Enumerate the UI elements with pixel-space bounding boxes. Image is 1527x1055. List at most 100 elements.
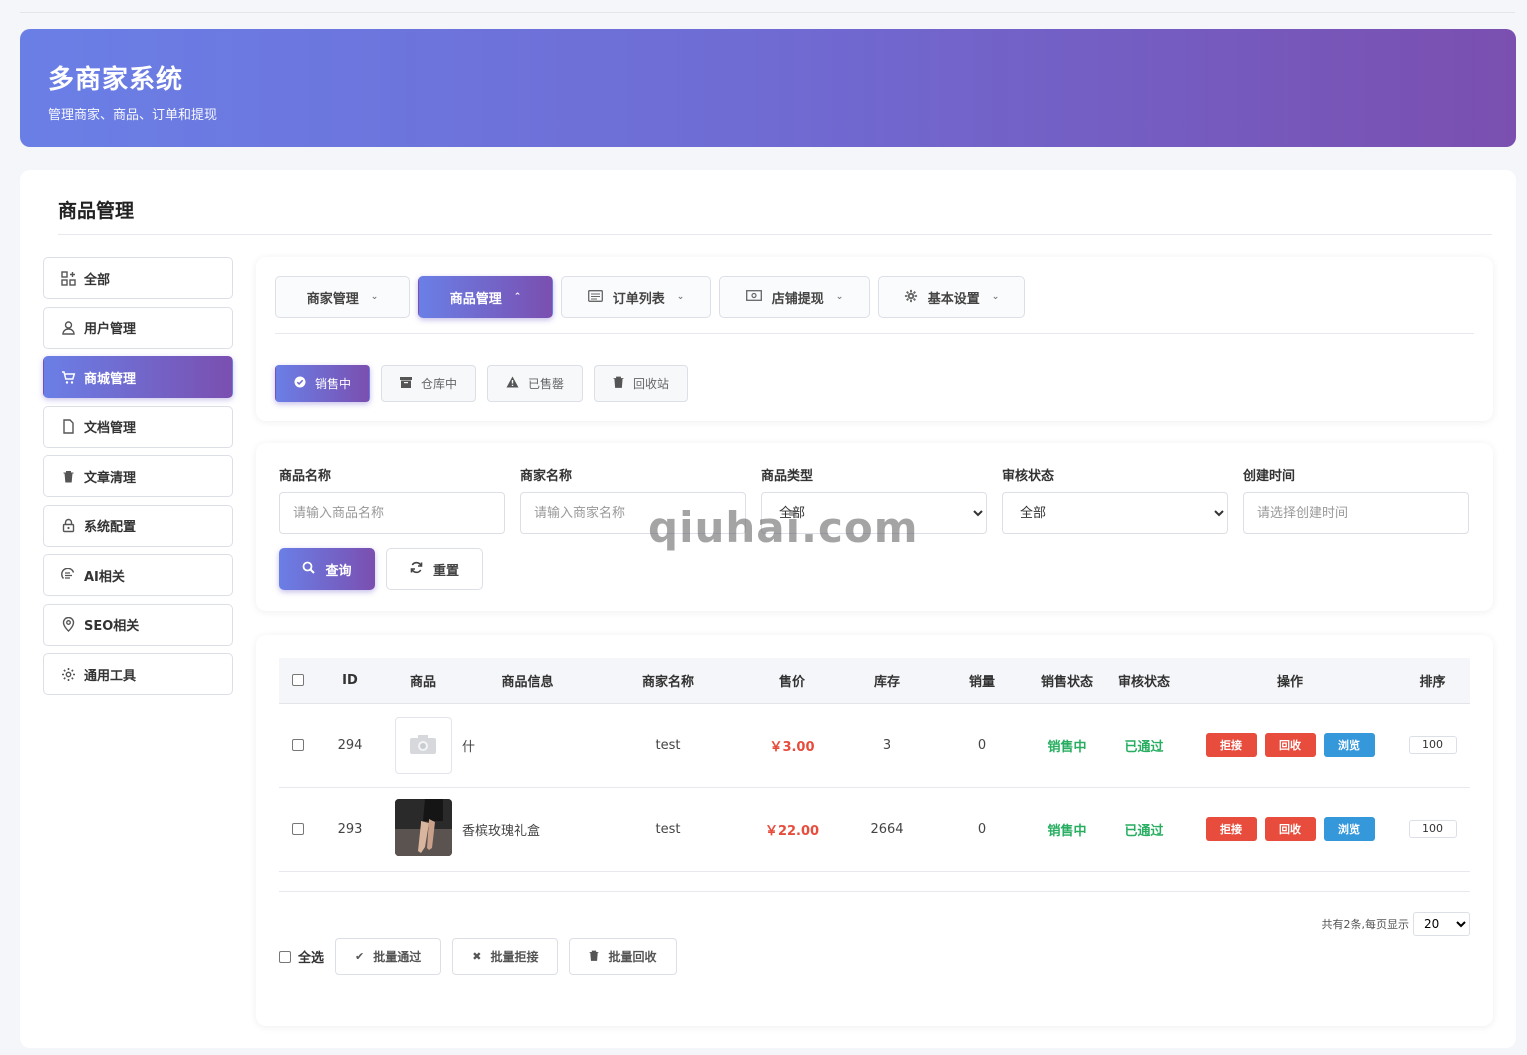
- row-actions: 拒接 回收 浏览: [1185, 703, 1395, 788]
- row-info: 香槟玫瑰礼盒: [462, 787, 593, 872]
- bulk-approve-button[interactable]: ✔ 批量通过: [335, 938, 442, 975]
- subtab-label: 仓库中: [421, 377, 458, 391]
- app-header: 多商家系统 管理商家、商品、订单和提现: [20, 29, 1516, 147]
- subtab-on-sale[interactable]: 销售中: [275, 365, 371, 402]
- archive-icon: [400, 376, 413, 391]
- row-sales: 0: [933, 787, 1031, 872]
- tab-label: 订单列表: [612, 291, 665, 307]
- sidebar-item-seo[interactable]: SEO相关: [43, 603, 233, 646]
- top-divider: [20, 12, 1515, 13]
- tab-label: 商品管理: [449, 291, 502, 307]
- subtab-recycle-bin[interactable]: 回收站: [594, 365, 689, 402]
- chevron-up-icon: ⌃: [513, 292, 522, 302]
- sort-input[interactable]: 100: [1408, 820, 1457, 838]
- sidebar-item-system[interactable]: 系统配置: [43, 504, 233, 547]
- filter-label: 创建时间: [1243, 469, 1296, 484]
- column-header: 销售状态: [1031, 658, 1103, 704]
- sidebar-item-docs[interactable]: 文档管理: [43, 405, 233, 448]
- gear-icon: [904, 289, 918, 306]
- sidebar-item-all[interactable]: 全部: [43, 257, 233, 299]
- recycle-button[interactable]: 回收: [1264, 733, 1316, 757]
- sidebar-item-tools[interactable]: 通用工具: [43, 653, 233, 695]
- app-subtitle: 管理商家、商品、订单和提现: [48, 108, 218, 123]
- bulk-reject-button[interactable]: ✖ 批量拒接: [452, 938, 559, 975]
- sidebar-item-ai[interactable]: AI相关: [43, 554, 233, 596]
- row-merchant: test: [593, 787, 743, 872]
- subtab-sold-out[interactable]: 已售罄: [487, 365, 584, 402]
- check-icon: ✔: [355, 950, 365, 963]
- view-button[interactable]: 浏览: [1323, 733, 1375, 757]
- select-all-header-checkbox[interactable]: [291, 674, 304, 687]
- row-info: 什: [462, 703, 593, 788]
- refresh-icon: [410, 561, 423, 578]
- row-checkbox[interactable]: [291, 739, 304, 751]
- row-checkbox[interactable]: [291, 823, 304, 835]
- chevron-down-icon: ⌄: [991, 292, 1000, 302]
- row-id: 293: [316, 787, 384, 872]
- reject-button[interactable]: 拒接: [1205, 817, 1257, 841]
- row-image-cell: [384, 787, 462, 872]
- merchant-name-input[interactable]: [520, 492, 746, 534]
- tabs-panel: 商家管理 ⌄ 商品管理 ⌃ 订单列表 ⌄ 店铺提现 ⌄ 基本设置 ⌄ 销售中 仓…: [256, 257, 1493, 421]
- row-price: ￥3.00: [743, 703, 841, 788]
- row-actions: 拒接 回收 浏览: [1185, 787, 1395, 872]
- tab-settings[interactable]: 基本设置 ⌄: [878, 276, 1025, 318]
- product-image: [394, 798, 452, 856]
- created-time-input[interactable]: [1243, 492, 1469, 534]
- product-name-input[interactable]: [279, 492, 505, 534]
- bulk-recycle-button[interactable]: 批量回收: [569, 938, 677, 975]
- subtab-label: 已售罄: [528, 377, 565, 391]
- row-stock: 3: [841, 703, 933, 788]
- trash-icon: [613, 376, 624, 391]
- recycle-button[interactable]: 回收: [1264, 817, 1316, 841]
- app-title: 多商家系统: [48, 65, 184, 95]
- subtab-warehouse[interactable]: 仓库中: [381, 365, 477, 402]
- filter-label: 商家名称: [520, 469, 573, 484]
- query-button[interactable]: 查询: [279, 548, 375, 590]
- page-size-select[interactable]: 20: [1413, 912, 1470, 936]
- column-header: 排序: [1395, 658, 1470, 704]
- tab-withdraw[interactable]: 店铺提现 ⌄: [719, 276, 870, 318]
- product-type-select[interactable]: 全部: [761, 492, 987, 534]
- column-header: 售价: [743, 658, 841, 704]
- ai-icon: [60, 567, 76, 583]
- filter-label: 审核状态: [1002, 469, 1055, 484]
- status-subtabs: 销售中 仓库中 已售罄 回收站: [275, 365, 689, 402]
- filter-merchant-name: 商家名称: [520, 465, 746, 534]
- reject-button[interactable]: 拒接: [1205, 733, 1257, 757]
- chevron-down-icon: ⌄: [370, 292, 379, 302]
- tab-merchants[interactable]: 商家管理 ⌄: [275, 276, 410, 318]
- lock-icon: [60, 518, 76, 534]
- close-icon: ✖: [472, 950, 482, 963]
- select-all-checkbox[interactable]: [279, 950, 291, 963]
- audit-status-select[interactable]: 全部: [1002, 492, 1228, 534]
- reset-label: 重置: [432, 563, 459, 579]
- row-sales: 0: [933, 703, 1031, 788]
- sidebar: 全部 用户管理 商城管理 文档管理 文章清理 系统配置 AI相关 SEO相关 通…: [43, 257, 233, 703]
- row-sort-cell: 100: [1395, 787, 1470, 872]
- row-checkbox-cell: [279, 703, 316, 788]
- select-all-label: 全选: [298, 951, 325, 966]
- row-checkbox-cell: [279, 787, 316, 872]
- sidebar-item-label: 通用工具: [84, 668, 137, 684]
- subtab-label: 销售中: [315, 377, 352, 391]
- tab-products[interactable]: 商品管理 ⌃: [418, 276, 553, 318]
- tab-label: 基本设置: [927, 291, 980, 307]
- filter-label: 商品类型: [761, 469, 814, 484]
- tab-label: 商家管理: [306, 291, 359, 307]
- select-all[interactable]: 全选: [279, 947, 324, 966]
- sidebar-item-label: SEO相关: [84, 619, 140, 634]
- tab-label: 店铺提现: [771, 291, 824, 307]
- row-image-cell: [384, 703, 462, 788]
- table-row: 294 什 test ￥3.00 3 0 销售中 已通过 拒接 回收 浏览 10…: [279, 703, 1470, 788]
- sidebar-item-mall[interactable]: 商城管理: [43, 356, 233, 398]
- sidebar-item-label: 系统配置: [84, 520, 137, 535]
- sidebar-item-users[interactable]: 用户管理: [43, 306, 233, 349]
- reset-button[interactable]: 重置: [386, 548, 483, 590]
- main-tabs: 商家管理 ⌄ 商品管理 ⌃ 订单列表 ⌄ 店铺提现 ⌄ 基本设置 ⌄: [275, 276, 1025, 318]
- sort-input[interactable]: 100: [1408, 736, 1457, 754]
- view-button[interactable]: 浏览: [1323, 817, 1375, 841]
- filter-row: 商品名称 商家名称 商品类型 全部 审核状态 全部 创建时间: [279, 465, 1469, 534]
- sidebar-item-articles[interactable]: 文章清理: [43, 455, 233, 497]
- tab-orders[interactable]: 订单列表 ⌄: [561, 276, 711, 318]
